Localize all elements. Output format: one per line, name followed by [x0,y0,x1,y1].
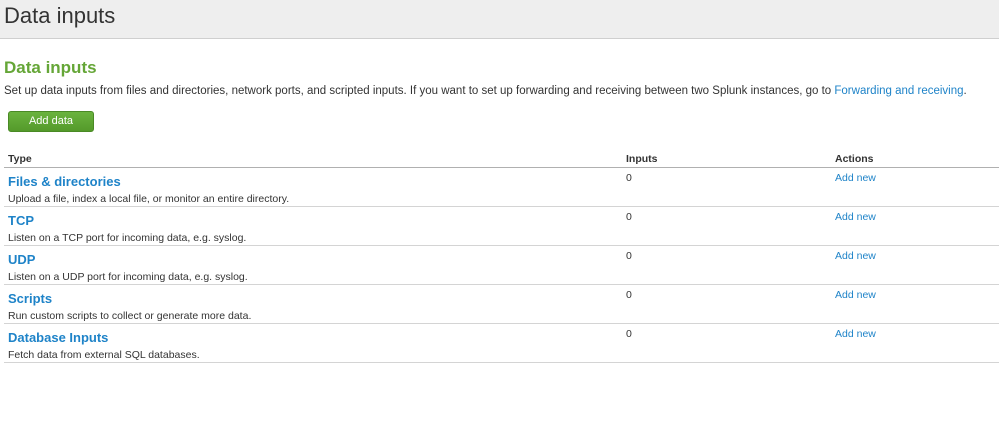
inputs-count: 0 [626,211,632,223]
inputs-count: 0 [626,328,632,340]
section-description: Set up data inputs from files and direct… [4,83,999,99]
type-cell: Database Inputs Fetch data from external… [4,323,622,363]
actions-cell: Add new [831,167,999,207]
inputs-count: 0 [626,250,632,262]
type-link-files-directories[interactable]: Files & directories [8,173,622,190]
inputs-cell: 0 [622,323,831,363]
inputs-cell: 0 [622,206,831,246]
add-new-link-tcp[interactable]: Add new [835,211,876,223]
type-description: Upload a file, index a local file, or mo… [8,193,290,205]
add-data-button[interactable]: Add data [8,111,94,132]
table-row: Database Inputs Fetch data from external… [4,323,999,363]
section-title: Data inputs [4,58,97,77]
type-cell: Files & directories Upload a file, index… [4,167,622,207]
type-cell: Scripts Run custom scripts to collect or… [4,284,622,324]
add-new-link-udp[interactable]: Add new [835,250,876,262]
column-header-type: Type [4,149,622,168]
actions-cell: Add new [831,206,999,246]
type-link-tcp[interactable]: TCP [8,212,622,229]
description-text: Set up data inputs from files and direct… [4,85,835,97]
type-link-scripts[interactable]: Scripts [8,290,622,307]
column-header-actions: Actions [831,149,999,168]
main-content: Data inputs Set up data inputs from file… [0,56,999,363]
table-row: TCP Listen on a TCP port for incoming da… [4,206,999,246]
inputs-cell: 0 [622,284,831,324]
inputs-cell: 0 [622,245,831,285]
table-row: UDP Listen on a UDP port for incoming da… [4,245,999,285]
add-new-link-files-directories[interactable]: Add new [835,172,876,184]
type-cell: UDP Listen on a UDP port for incoming da… [4,245,622,285]
page-header: Data inputs [0,0,999,39]
type-link-database-inputs[interactable]: Database Inputs [8,329,622,346]
add-new-link-scripts[interactable]: Add new [835,289,876,301]
inputs-count: 0 [626,289,632,301]
actions-cell: Add new [831,323,999,363]
type-description: Run custom scripts to collect or generat… [8,310,252,322]
type-link-udp[interactable]: UDP [8,251,622,268]
table-row: Scripts Run custom scripts to collect or… [4,284,999,324]
inputs-cell: 0 [622,167,831,207]
type-description: Listen on a TCP port for incoming data, … [8,232,247,244]
add-new-link-database-inputs[interactable]: Add new [835,328,876,340]
type-description: Listen on a UDP port for incoming data, … [8,271,248,283]
page-title: Data inputs [4,3,116,28]
actions-cell: Add new [831,245,999,285]
actions-cell: Add new [831,284,999,324]
column-header-inputs: Inputs [622,149,831,168]
table-header-row: Type Inputs Actions [4,149,999,168]
description-end: . [963,85,967,97]
type-description: Fetch data from external SQL databases. [8,349,200,361]
data-inputs-table: Type Inputs Actions Files & directories … [4,149,999,363]
table-row: Files & directories Upload a file, index… [4,167,999,207]
inputs-count: 0 [626,172,632,184]
forwarding-receiving-link[interactable]: Forwarding and receiving [834,85,963,97]
type-cell: TCP Listen on a TCP port for incoming da… [4,206,622,246]
